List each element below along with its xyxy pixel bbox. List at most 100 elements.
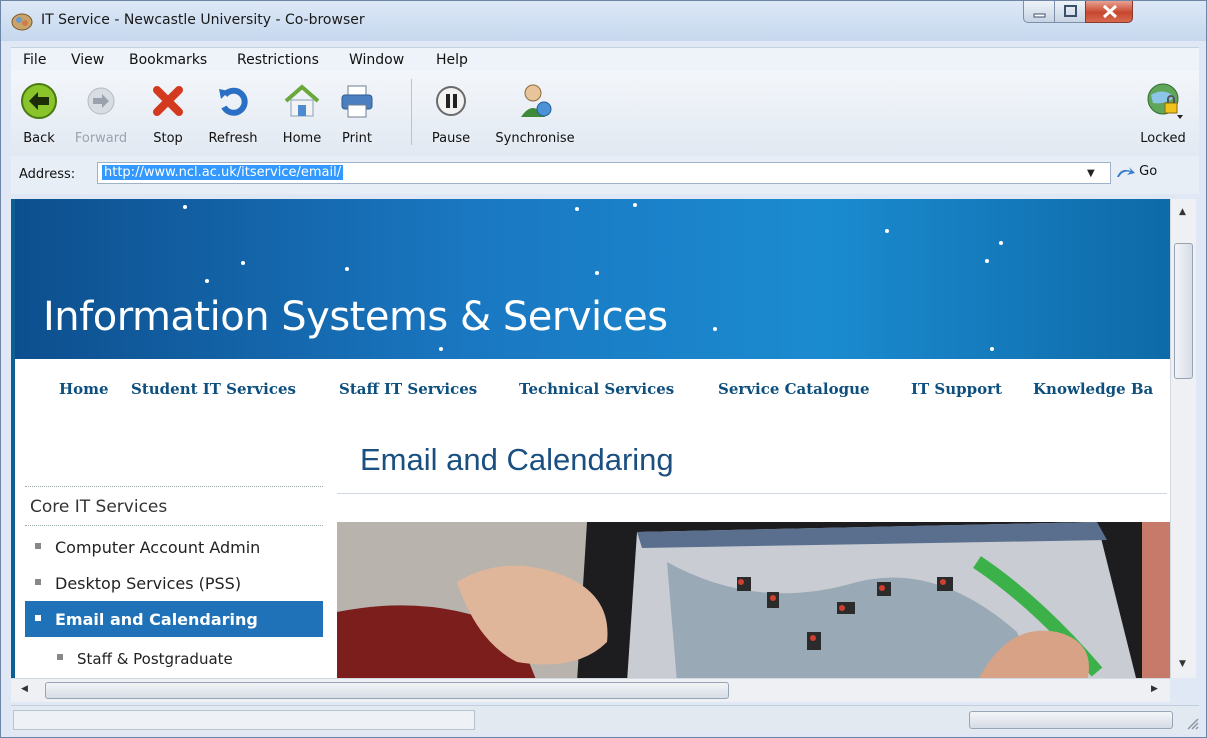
lock-globe-icon [1147,83,1183,119]
nav-student-it-services[interactable]: Student IT Services [131,380,296,398]
vertical-scroll-thumb[interactable] [1174,243,1193,379]
nav-knowledge-base[interactable]: Knowledge Ba [1033,380,1153,398]
home-label: Home [282,131,322,146]
forward-arrow-icon [87,87,115,115]
sidebar-item-label: Email and Calendaring [55,610,258,629]
banner-star [990,347,994,351]
go-label: Go [1139,164,1158,179]
bullet-icon [35,579,41,585]
menu-restrictions[interactable]: Restrictions [237,52,319,68]
address-dropdown-icon[interactable]: ▼ [1087,168,1095,179]
forward-label: Forward [74,131,128,146]
vertical-scrollbar[interactable]: ▲ ▼ [1170,199,1196,678]
close-icon [1102,4,1118,19]
nav-service-catalogue[interactable]: Service Catalogue [718,380,870,398]
banner: Information Systems & Services [15,199,1170,359]
bullet-icon [35,615,41,621]
sidebar-item-label: Desktop Services (PSS) [55,574,242,593]
banner-title: Information Systems & Services [43,294,668,340]
status-bar [11,705,1199,734]
stop-label: Stop [153,131,183,146]
nav-it-support[interactable]: IT Support [911,380,1002,398]
refresh-button[interactable]: Refresh [203,75,263,151]
toolbar-separator [411,79,412,145]
sidebar-item-desktop-services[interactable]: Desktop Services (PSS) [25,565,323,601]
forward-button[interactable]: Forward [71,75,131,151]
synchronise-button[interactable]: Synchronise [489,75,581,151]
sidebar-item-label: Computer Account Admin [55,538,261,557]
horizontal-scroll-thumb[interactable] [45,682,729,699]
back-label: Back [23,131,55,146]
print-button[interactable]: Print [335,75,379,151]
bullet-icon [57,654,63,660]
banner-star [999,241,1003,245]
pause-button[interactable]: Pause [425,75,477,151]
heading-divider [337,493,1167,494]
menu-window[interactable]: Window [349,52,404,68]
back-arrow-icon [21,83,57,119]
banner-star [241,261,245,265]
web-content: Information Systems & Services Home Stud… [11,199,1170,678]
sidebar-title: Core IT Services [30,497,168,517]
horizontal-scrollbar[interactable]: ◀ ▶ [11,678,1170,702]
refresh-icon [219,87,248,116]
menu-help[interactable]: Help [436,52,468,68]
banner-star [713,327,717,331]
sidebar-subitem-staff-postgraduate[interactable]: Staff & Postgraduate [25,644,323,678]
close-button[interactable] [1085,1,1133,23]
printer-icon [341,85,373,118]
stop-button[interactable]: Stop [147,75,189,151]
pause-label: Pause [431,131,471,146]
scroll-up-icon[interactable]: ▲ [1179,207,1186,217]
locked-label: Locked [1140,131,1186,146]
home-button[interactable]: Home [277,75,327,151]
back-button[interactable]: Back [17,75,61,151]
title-bar[interactable]: IT Service - Newcastle University - Co-b… [1,1,1206,41]
menu-view[interactable]: View [71,52,104,68]
menu-file[interactable]: File [23,52,46,68]
go-arrow-icon [1117,166,1135,177]
minimize-button[interactable] [1023,1,1055,23]
sidebar-divider [25,486,323,487]
scroll-left-icon[interactable]: ◀ [21,684,28,694]
locked-button[interactable]: Locked [1135,75,1191,151]
menu-bar: File View Bookmarks Restrictions Window … [11,47,1199,72]
bullet-icon [35,543,41,549]
stop-x-icon [153,86,183,116]
banner-star [633,203,637,207]
banner-star [439,347,443,351]
user-sync-icon [521,84,552,117]
browser-window: IT Service - Newcastle University - Co-b… [0,0,1207,738]
address-input[interactable]: http://www.ncl.ac.uk/itservice/email/ [97,162,1111,184]
menu-bookmarks[interactable]: Bookmarks [129,52,207,68]
nav-staff-it-services[interactable]: Staff IT Services [339,380,477,398]
window-title: IT Service - Newcastle University - Co-b… [41,12,365,28]
sidebar-divider [25,525,323,526]
pause-icon [436,86,466,116]
banner-star [595,271,599,275]
sidebar-subitem-label: Staff & Postgraduate [77,650,233,668]
tablet-map-photo [337,522,1170,678]
resize-grip-icon[interactable] [1185,716,1199,730]
sidebar-item-email-and-calendaring[interactable]: Email and Calendaring [25,601,323,637]
synchronise-label: Synchronise [495,131,575,146]
page-title: Email and Calendaring [360,442,674,477]
scroll-right-icon[interactable]: ▶ [1151,684,1158,694]
banner-star [885,229,889,233]
sidebar-item-computer-account-admin[interactable]: Computer Account Admin [25,529,323,565]
nav-home[interactable]: Home [59,380,109,398]
home-icon [284,84,320,117]
address-label: Address: [19,167,76,182]
co-browser-app-icon [11,13,33,31]
hero-image-tablet-map [337,522,1170,678]
maximize-button[interactable] [1054,1,1086,23]
nav-technical-services[interactable]: Technical Services [519,380,674,398]
go-button[interactable]: Go [1115,164,1157,179]
maximize-icon [1064,5,1077,17]
status-text-panel [13,710,475,730]
address-url: http://www.ncl.ac.uk/itservice/email/ [102,165,344,180]
scroll-down-icon[interactable]: ▼ [1179,659,1186,669]
toolbar: Back Forward Stop Refresh Home Print Pau… [11,71,1199,155]
banner-star [183,205,187,209]
banner-star [985,259,989,263]
